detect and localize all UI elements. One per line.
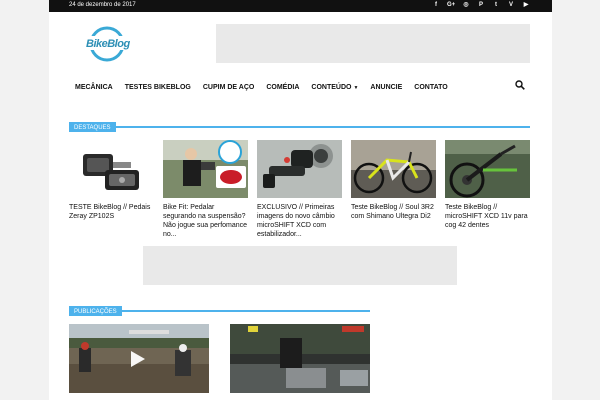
featured-post[interactable]: TESTE BikeBlog // Pedais Zeray ZP102S — [69, 140, 154, 221]
page-content: BikeBlog MECÂNICA TESTES BIKEBLOG CUPIM … — [49, 12, 552, 400]
vimeo-icon[interactable]: V — [507, 1, 515, 10]
nav-item-conteudo[interactable]: CONTEÚDO ▼ — [311, 84, 358, 91]
post-title[interactable]: TESTE BikeBlog // Pedais Zeray ZP102S — [69, 203, 154, 221]
video-post-thumbnail[interactable] — [69, 324, 209, 393]
video-post-thumbnail[interactable] — [230, 324, 370, 393]
bike-fit-image — [163, 140, 248, 198]
nav-item-mecanica[interactable]: MECÂNICA — [75, 84, 113, 91]
nav-item-cupim-de-aco[interactable]: CUPIM DE AÇO — [203, 84, 254, 91]
post-thumbnail[interactable] — [69, 140, 154, 198]
publicacoes-section-header: PUBLICAÇÕES — [69, 300, 370, 316]
post-title[interactable]: EXCLUSIVO // Primeiras imagens do novo c… — [257, 203, 342, 239]
pedals-image — [83, 154, 139, 190]
featured-post[interactable]: Bike Fit: Pedalar segurando na suspensão… — [163, 140, 248, 239]
featured-post[interactable]: Teste BikeBlog // Soul 3R2 com Shimano U… — [351, 140, 436, 221]
destaques-heading[interactable]: DESTAQUES — [69, 122, 116, 132]
nav-item-conteudo-label: CONTEÚDO — [311, 83, 352, 91]
derailleur-image — [257, 140, 342, 198]
instagram-icon[interactable]: ◎ — [462, 1, 470, 10]
header-ad-banner[interactable] — [216, 24, 530, 63]
nav-item-anuncie[interactable]: ANUNCIE — [370, 84, 402, 91]
destaques-section-header: DESTAQUES — [69, 116, 530, 132]
chevron-down-icon: ▼ — [353, 84, 359, 91]
main-navigation: MECÂNICA TESTES BIKEBLOG CUPIM DE AÇO CO… — [75, 81, 460, 93]
publicacoes-heading[interactable]: PUBLICAÇÕES — [69, 306, 122, 316]
logo-text: BikeBlog — [86, 38, 130, 50]
site-logo[interactable]: BikeBlog — [83, 24, 130, 64]
middle-ad-banner[interactable] — [143, 246, 457, 285]
road-bike-image — [351, 140, 436, 198]
social-links: f G+ ◎ P t V ▶ — [432, 1, 530, 10]
facebook-icon[interactable]: f — [432, 1, 440, 10]
race-crash-video-image — [230, 324, 370, 393]
google-plus-icon[interactable]: G+ — [447, 1, 455, 10]
post-thumbnail[interactable] — [163, 140, 248, 198]
mtb-image — [445, 140, 530, 198]
nav-item-comedia[interactable]: COMÉDIA — [266, 84, 299, 91]
nav-item-testes-bikeblog[interactable]: TESTES BIKEBLOG — [125, 84, 191, 91]
top-bar: 24 de dezembro de 2017 f G+ ◎ P t V ▶ — [49, 0, 552, 12]
post-thumbnail[interactable] — [445, 140, 530, 198]
featured-post[interactable]: EXCLUSIVO // Primeiras imagens do novo c… — [257, 140, 342, 239]
post-title[interactable]: Teste BikeBlog // microSHIFT XCD 11v par… — [445, 203, 530, 230]
nav-item-contato[interactable]: CONTATO — [414, 84, 447, 91]
current-date: 24 de dezembro de 2017 — [69, 2, 136, 8]
search-icon[interactable] — [515, 80, 525, 90]
twitter-icon[interactable]: t — [492, 1, 500, 10]
post-thumbnail[interactable] — [351, 140, 436, 198]
youtube-icon[interactable]: ▶ — [522, 1, 530, 10]
post-title[interactable]: Teste BikeBlog // Soul 3R2 com Shimano U… — [351, 203, 436, 221]
featured-post[interactable]: Teste BikeBlog // microSHIFT XCD 11v par… — [445, 140, 530, 230]
post-thumbnail[interactable] — [257, 140, 342, 198]
play-icon[interactable] — [131, 351, 145, 367]
pinterest-icon[interactable]: P — [477, 1, 485, 10]
post-title[interactable]: Bike Fit: Pedalar segurando na suspensão… — [163, 203, 248, 239]
